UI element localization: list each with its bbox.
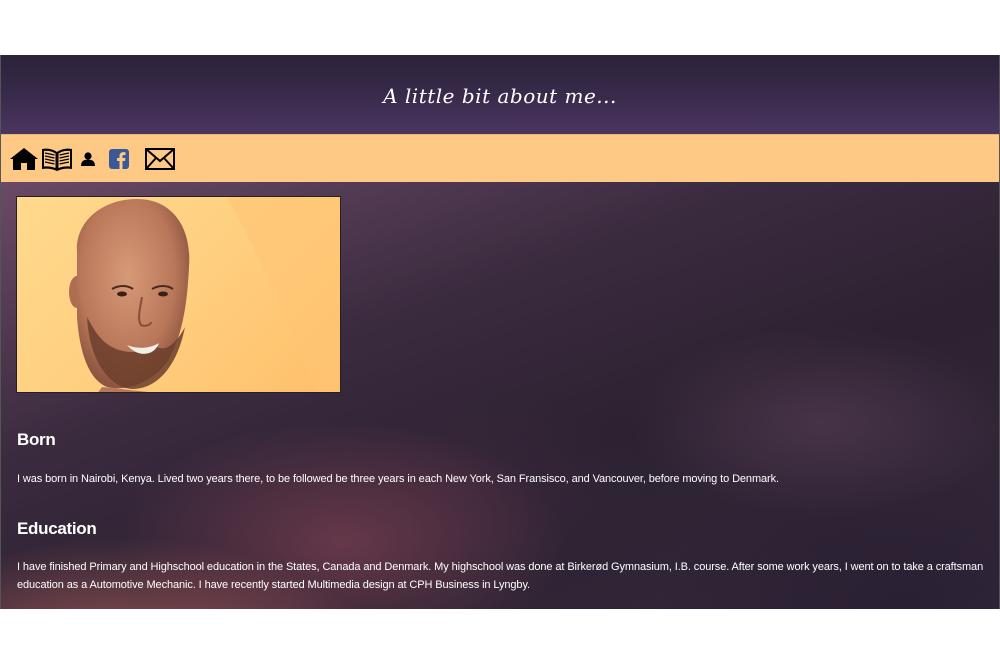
book-icon (41, 147, 73, 171)
page-frame: A little bit about me... Born I was born… (0, 55, 1000, 609)
nav-book-link[interactable] (41, 147, 73, 171)
nav-about-link[interactable] (81, 151, 95, 166)
nav-bar (1, 134, 999, 182)
education-text: I have finished Primary and Highschool e… (17, 561, 984, 591)
page-header: A little bit about me... (1, 55, 999, 134)
profile-photo (16, 196, 341, 393)
education-heading: Education (17, 519, 97, 538)
person-icon (81, 151, 95, 166)
page-title: A little bit about me... (383, 83, 617, 108)
born-heading: Born (17, 430, 56, 449)
mail-icon (145, 147, 175, 170)
main-content: Born I was born in Nairobi, Kenya. Lived… (1, 182, 999, 609)
facebook-icon (109, 148, 129, 169)
nav-home-link[interactable] (9, 147, 39, 171)
portrait-illustration (69, 197, 340, 392)
born-text: I was born in Nairobi, Kenya. Lived two … (17, 473, 779, 485)
home-icon (9, 147, 39, 171)
nav-facebook-link[interactable] (109, 148, 129, 169)
nav-mail-link[interactable] (145, 147, 175, 170)
